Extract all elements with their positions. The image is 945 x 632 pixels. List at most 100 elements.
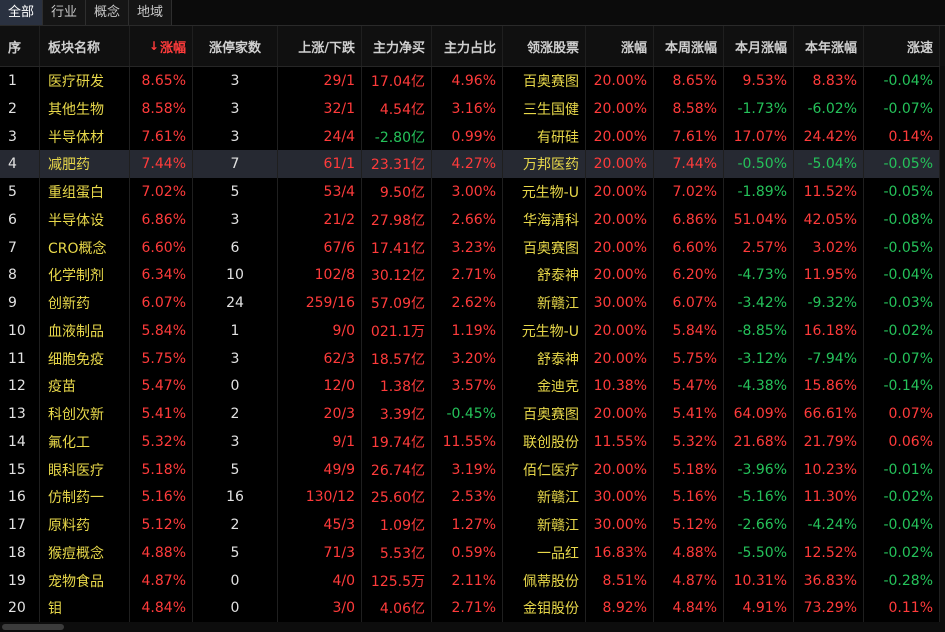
header-month-change[interactable]: 本月涨幅 xyxy=(724,26,794,66)
cell-sector-name[interactable]: 猴痘概念 xyxy=(40,538,130,567)
cell-sector-name[interactable]: 血液制品 xyxy=(40,316,130,345)
cell-main-net-buy: 125.5万 xyxy=(362,566,432,595)
cell-speed: -0.07% xyxy=(864,94,940,123)
tab-2[interactable]: 概念 xyxy=(86,0,130,25)
cell-leading-stock[interactable]: 联创股份 xyxy=(503,427,586,456)
cell-sector-name[interactable]: 钼 xyxy=(40,594,130,623)
table-row[interactable]: 3 半导体材 7.61% 3 24/4 -2.80亿 0.99% 有研硅 20.00% 7.61%… xyxy=(0,122,945,151)
cell-leading-stock[interactable]: 新赣江 xyxy=(503,511,586,539)
cell-sector-name[interactable]: 细胞免疫 xyxy=(40,344,130,373)
cell-sector-name[interactable]: 疫苗 xyxy=(40,372,130,401)
cell-leading-stock[interactable]: 有研硅 xyxy=(503,122,586,151)
cell-sector-name[interactable]: 原料药 xyxy=(40,511,130,539)
table-row[interactable]: 5 重组蛋白 7.02% 5 53/4 9.50亿 3.00% 元生物-U 20.00% 7.02… xyxy=(0,178,945,206)
cell-leading-stock[interactable]: 金钼股份 xyxy=(503,594,586,623)
header-up-down[interactable]: 上涨/下跌 xyxy=(278,26,362,66)
cell-leading-stock[interactable]: 百奥赛图 xyxy=(503,233,586,262)
cell-sector-name[interactable]: 眼科医疗 xyxy=(40,455,130,484)
table-row[interactable]: 9 创新药 6.07% 24 259/16 57.09亿 2.62% 新赣江 30.00% 6.0… xyxy=(0,289,945,317)
cell-leading-stock[interactable]: 金迪克 xyxy=(503,372,586,401)
cell-sector-name[interactable]: 减肥药 xyxy=(40,150,130,179)
tab-1[interactable]: 行业 xyxy=(43,0,87,25)
cell-sector-name[interactable]: 宠物食品 xyxy=(40,566,130,595)
cell-leading-stock[interactable]: 元生物-U xyxy=(503,316,586,345)
cell-index: 10 xyxy=(0,316,40,345)
table-row[interactable]: 4 减肥药 7.44% 7 61/1 23.31亿 4.27% 万邦医药 20.00% 7.44%… xyxy=(0,150,945,179)
header-year-change[interactable]: 本年涨幅 xyxy=(794,26,864,66)
header-leading-change[interactable]: 涨幅 xyxy=(586,26,654,66)
cell-leading-stock[interactable]: 新赣江 xyxy=(503,483,586,512)
table-row[interactable]: 10 血液制品 5.84% 1 9/0 021.1万 1.19% 元生物-U 20.00% 5.8… xyxy=(0,316,945,345)
cell-limit-up-count: 3 xyxy=(193,427,278,456)
header-speed[interactable]: 涨速 xyxy=(864,26,940,66)
cell-leading-stock[interactable]: 百奥赛图 xyxy=(503,67,586,95)
cell-leading-stock[interactable]: 佰仁医疗 xyxy=(503,455,586,484)
cell-leading-change: 10.38% xyxy=(586,372,654,401)
cell-sector-name[interactable]: 氟化工 xyxy=(40,427,130,456)
cell-year-change: -6.02% xyxy=(794,94,864,123)
cell-leading-stock[interactable]: 元生物-U xyxy=(503,178,586,206)
cell-sector-name[interactable]: 半导体设 xyxy=(40,205,130,234)
vertical-scrollbar[interactable] xyxy=(940,66,945,622)
horizontal-scrollbar[interactable] xyxy=(0,622,945,632)
cell-speed: 0.14% xyxy=(864,122,940,151)
table-row[interactable]: 6 半导体设 6.86% 3 21/2 27.98亿 2.66% 华海清科 20.00% 6.86… xyxy=(0,205,945,234)
cell-leading-stock[interactable]: 新赣江 xyxy=(503,289,586,317)
table-row[interactable]: 2 其他生物 8.58% 3 32/1 4.54亿 3.16% 三生国健 20.00% 8.58%… xyxy=(0,94,945,123)
table-row[interactable]: 17 原料药 5.12% 2 45/3 1.09亿 1.27% 新赣江 30.00% 5.12% -… xyxy=(0,511,945,539)
table-row[interactable]: 18 猴痘概念 4.88% 5 71/3 5.53亿 0.59% 一品红 16.83% 4.88%… xyxy=(0,538,945,567)
cell-limit-up-count: 5 xyxy=(193,178,278,206)
cell-month-change: -1.73% xyxy=(724,94,794,123)
sort-desc-icon: ↓ xyxy=(148,39,159,53)
cell-sector-name[interactable]: CRO概念 xyxy=(40,233,130,262)
cell-week-change: 5.32% xyxy=(654,427,724,456)
cell-leading-stock[interactable]: 舒泰神 xyxy=(503,261,586,290)
tab-3[interactable]: 地域 xyxy=(129,0,173,25)
cell-week-change: 5.84% xyxy=(654,316,724,345)
table-row[interactable]: 7 CRO概念 6.60% 6 67/6 17.41亿 3.23% 百奥赛图 20.00% 6.6… xyxy=(0,233,945,262)
cell-week-change: 5.12% xyxy=(654,511,724,539)
cell-main-net-buy: 25.60亿 xyxy=(362,483,432,512)
tab-0[interactable]: 全部 xyxy=(0,0,44,25)
header-index[interactable]: 序 xyxy=(0,26,40,66)
cell-leading-stock[interactable]: 三生国健 xyxy=(503,94,586,123)
table-row[interactable]: 14 氟化工 5.32% 3 9/1 19.74亿 11.55% 联创股份 11.55% 5.32… xyxy=(0,427,945,456)
header-sector-name[interactable]: 板块名称 xyxy=(40,26,130,66)
cell-month-change: -4.73% xyxy=(724,261,794,290)
table-row[interactable]: 20 钼 4.84% 0 3/0 4.06亿 2.71% 金钼股份 8.92% 4.84% 4.91… xyxy=(0,594,945,623)
cell-sector-name[interactable]: 其他生物 xyxy=(40,94,130,123)
header-change-pct[interactable]: ↓ 涨幅 xyxy=(130,26,193,66)
cell-sector-name[interactable]: 重组蛋白 xyxy=(40,178,130,206)
header-limit-up-count[interactable]: 涨停家数 xyxy=(193,26,278,66)
table-row[interactable]: 19 宠物食品 4.87% 0 4/0 125.5万 2.11% 佩蒂股份 8.51% 4.87%… xyxy=(0,566,945,595)
cell-leading-stock[interactable]: 舒泰神 xyxy=(503,344,586,373)
cell-leading-stock[interactable]: 华海清科 xyxy=(503,205,586,234)
cell-speed: 0.07% xyxy=(864,400,940,428)
table-row[interactable]: 12 疫苗 5.47% 0 12/0 1.38亿 3.57% 金迪克 10.38% 5.47% -4… xyxy=(0,372,945,401)
table-row[interactable]: 1 医疗研发 8.65% 3 29/1 17.04亿 4.96% 百奥赛图 20.00% 8.65… xyxy=(0,67,945,95)
cell-leading-stock[interactable]: 万邦医药 xyxy=(503,150,586,179)
table-row[interactable]: 15 眼科医疗 5.18% 5 49/9 26.74亿 3.19% 佰仁医疗 20.00% 5.1… xyxy=(0,455,945,484)
cell-sector-name[interactable]: 仿制药一 xyxy=(40,483,130,512)
cell-month-change: 10.31% xyxy=(724,566,794,595)
header-leading-stock[interactable]: 领涨股票 xyxy=(503,26,586,66)
table-row[interactable]: 16 仿制药一 5.16% 16 130/12 25.60亿 2.53% 新赣江 30.00% 5… xyxy=(0,483,945,512)
header-main-net-buy[interactable]: 主力净买 xyxy=(362,26,432,66)
scrollbar-thumb[interactable] xyxy=(2,624,64,630)
cell-sector-name[interactable]: 创新药 xyxy=(40,289,130,317)
header-week-change[interactable]: 本周涨幅 xyxy=(654,26,724,66)
table-row[interactable]: 8 化学制剂 6.34% 10 102/8 30.12亿 2.71% 舒泰神 20.00% 6.2… xyxy=(0,261,945,290)
cell-change-pct: 5.12% xyxy=(130,511,193,539)
cell-sector-name[interactable]: 科创次新 xyxy=(40,400,130,428)
cell-leading-stock[interactable]: 佩蒂股份 xyxy=(503,566,586,595)
table-row[interactable]: 13 科创次新 5.41% 2 20/3 3.39亿 -0.45% 百奥赛图 20.00% 5.4… xyxy=(0,400,945,428)
cell-leading-stock[interactable]: 一品红 xyxy=(503,538,586,567)
cell-leading-stock[interactable]: 百奥赛图 xyxy=(503,400,586,428)
cell-main-ratio: 2.53% xyxy=(432,483,503,512)
header-main-ratio[interactable]: 主力占比 xyxy=(432,26,503,66)
cell-sector-name[interactable]: 医疗研发 xyxy=(40,67,130,95)
table-row[interactable]: 11 细胞免疫 5.75% 3 62/3 18.57亿 3.20% 舒泰神 20.00% 5.75… xyxy=(0,344,945,373)
cell-index: 2 xyxy=(0,94,40,123)
cell-sector-name[interactable]: 化学制剂 xyxy=(40,261,130,290)
cell-sector-name[interactable]: 半导体材 xyxy=(40,122,130,151)
